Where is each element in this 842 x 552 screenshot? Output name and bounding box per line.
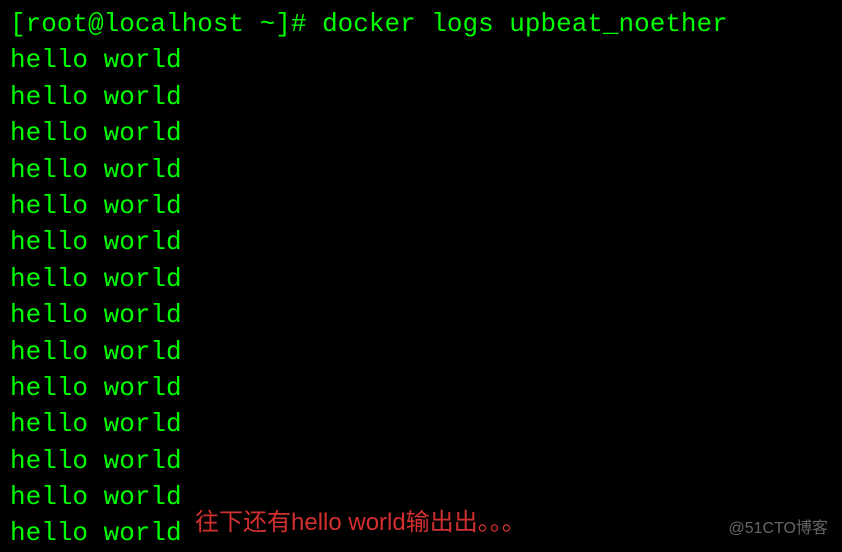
output-line: hello world: [10, 261, 832, 297]
annotation-text: 往下还有hello world输出出。。。: [195, 506, 526, 540]
output-line: hello world: [10, 224, 832, 260]
output-line: hello world: [10, 334, 832, 370]
output-line: hello world: [10, 406, 832, 442]
command-line: [root@localhost ~]# docker logs upbeat_n…: [10, 6, 832, 42]
output-line: hello world: [10, 152, 832, 188]
output-line: hello world: [10, 370, 832, 406]
output-line: hello world: [10, 188, 832, 224]
output-container: hello worldhello worldhello worldhello w…: [10, 42, 832, 551]
command-text: docker logs upbeat_noether: [322, 9, 728, 39]
shell-prompt: [root@localhost ~]#: [10, 9, 322, 39]
output-line: hello world: [10, 42, 832, 78]
output-line: hello world: [10, 79, 832, 115]
output-line: hello world: [10, 297, 832, 333]
watermark-text: @51CTO博客: [728, 518, 828, 540]
terminal-window[interactable]: [root@localhost ~]# docker logs upbeat_n…: [10, 6, 832, 552]
output-line: hello world: [10, 115, 832, 151]
output-line: hello world: [10, 443, 832, 479]
